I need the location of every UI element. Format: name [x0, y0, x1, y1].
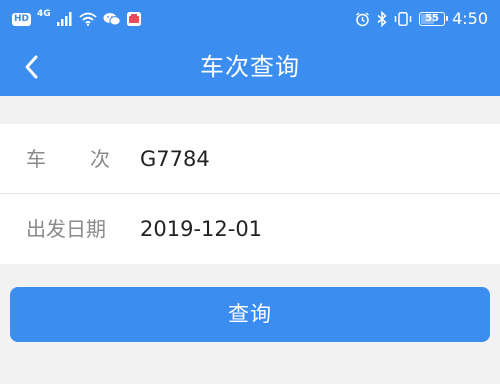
wechat-icon: [103, 13, 121, 26]
vibrate-icon: [394, 12, 412, 26]
alarm-icon: [356, 11, 369, 26]
battery-icon: 55: [419, 12, 449, 26]
battery-percentage: 55: [425, 13, 440, 24]
status-bar: HD 4G 55 4:50: [0, 0, 500, 38]
train-number-label: 车 次: [26, 124, 110, 194]
signal-icon: [56, 12, 72, 26]
status-bar-right: 55 4:50: [355, 9, 488, 29]
hd-icon: HD: [12, 12, 32, 26]
wifi-icon: [79, 12, 97, 26]
title-bar: 车次查询: [0, 38, 500, 96]
departure-date-field[interactable]: 2019-12-01: [140, 194, 262, 264]
train-number-field[interactable]: G7784: [140, 124, 210, 194]
page-title: 车次查询: [200, 53, 300, 81]
train-number-label-char: 次: [90, 147, 110, 171]
app-notification-icon: [126, 12, 141, 26]
query-button[interactable]: 查询: [10, 287, 490, 342]
query-form: 车 次 G7784 出发日期 2019-12-01: [0, 124, 500, 264]
status-time: 4:50: [452, 9, 488, 28]
departure-date-label: 出发日期: [26, 217, 106, 241]
departure-date-row[interactable]: 出发日期 2019-12-01: [0, 194, 500, 264]
network-type-label: 4G: [37, 9, 51, 19]
train-number-label-char: 车: [26, 147, 46, 171]
bluetooth-icon: [377, 11, 387, 27]
battery-cap: [446, 16, 449, 21]
status-bar-left: HD 4G: [12, 9, 141, 29]
train-number-row[interactable]: 车 次 G7784: [0, 124, 500, 194]
